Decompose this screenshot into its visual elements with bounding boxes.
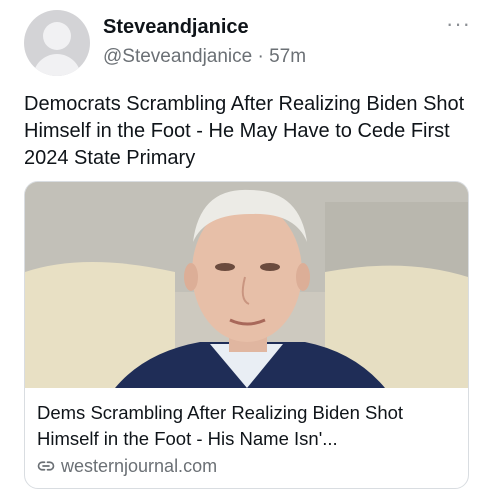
separator: · xyxy=(257,46,264,67)
post-text: Democrats Scrambling After Realizing Bid… xyxy=(24,93,465,169)
handle[interactable]: @Steveandjanice xyxy=(103,46,252,67)
card-domain-row[interactable]: westernjournal.com xyxy=(37,455,217,477)
display-name[interactable]: Steveandjanice xyxy=(103,15,249,39)
link-icon xyxy=(37,457,55,475)
avatar-head-shape xyxy=(43,22,71,50)
avatar-shoulders-shape xyxy=(33,54,81,76)
card-image[interactable] xyxy=(25,182,468,388)
photo-of-elderly-man-in-suit xyxy=(25,182,468,388)
avatar[interactable] xyxy=(24,10,90,76)
card-title[interactable]: Dems Scrambling After Realizing Biden Sh… xyxy=(37,400,462,452)
link-preview-card[interactable]: Dems Scrambling After Realizing Biden Sh… xyxy=(24,181,469,489)
handle-line: @Steveandjanice · 57m xyxy=(103,45,306,69)
card-domain[interactable]: westernjournal.com xyxy=(61,455,217,477)
more-horizontal-icon[interactable]: ··· xyxy=(446,13,471,35)
timestamp[interactable]: 57m xyxy=(269,46,306,67)
